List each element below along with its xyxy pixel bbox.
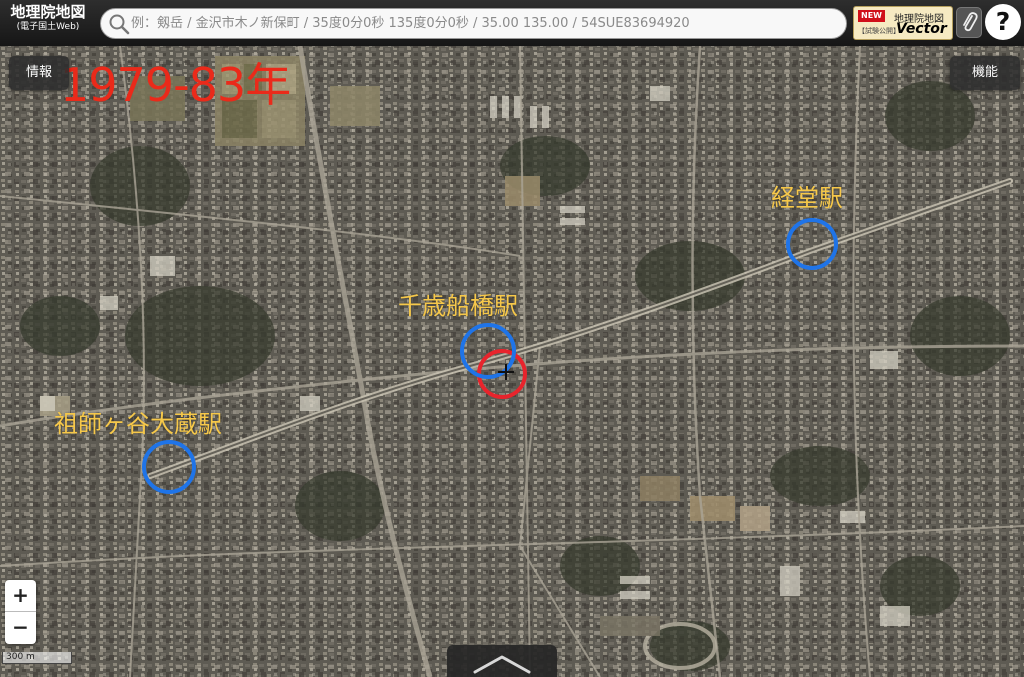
info-button[interactable]: 情報 <box>9 56 69 90</box>
station-label-chitose-funabashi: 千歳船橋駅 <box>398 292 518 320</box>
logo-subtitle: (電子国土Web) <box>16 22 80 32</box>
zoom-out-button[interactable]: − <box>5 612 36 643</box>
year-annotation: 1979-83年 <box>60 58 291 112</box>
help-button[interactable]: ? <box>985 4 1021 40</box>
search-icon[interactable] <box>108 13 130 35</box>
station-label-soshigaya-okura: 祖師ヶ谷大蔵駅 <box>54 410 222 438</box>
new-badge: NEW <box>858 10 885 22</box>
vector-map-link[interactable]: NEW 地理院地図 【試験公開】 Vector <box>853 6 953 40</box>
station-label-kyodo: 経堂駅 <box>771 184 843 212</box>
vector-badge-title: Vector <box>896 21 947 37</box>
search-input[interactable] <box>131 11 831 36</box>
site-logo[interactable]: 地理院地図 (電子国土Web) <box>4 5 92 32</box>
search-box <box>100 8 847 39</box>
paperclip-button[interactable] <box>956 7 982 38</box>
paperclip-icon <box>963 12 978 32</box>
top-toolbar: 地理院地図 (電子国土Web) NEW 地理院地図 【試験公開】 Vector … <box>0 0 1024 46</box>
zoom-in-button[interactable]: + <box>5 580 36 612</box>
scale-bar: 300 m <box>2 652 72 664</box>
logo-title: 地理院地図 <box>10 3 86 21</box>
function-button[interactable]: 機能 <box>950 56 1020 90</box>
chevron-up-icon <box>473 655 531 674</box>
bottom-drawer-toggle[interactable] <box>447 645 557 677</box>
zoom-control: + − <box>5 580 36 644</box>
vector-badge-sub: 【試験公開】 <box>858 27 900 35</box>
aerial-photo <box>0 46 1024 677</box>
map-view[interactable]: 1979-83年 情報 機能 経堂駅 千歳船橋駅 祖師ヶ谷大蔵駅 + − 300… <box>0 46 1024 677</box>
